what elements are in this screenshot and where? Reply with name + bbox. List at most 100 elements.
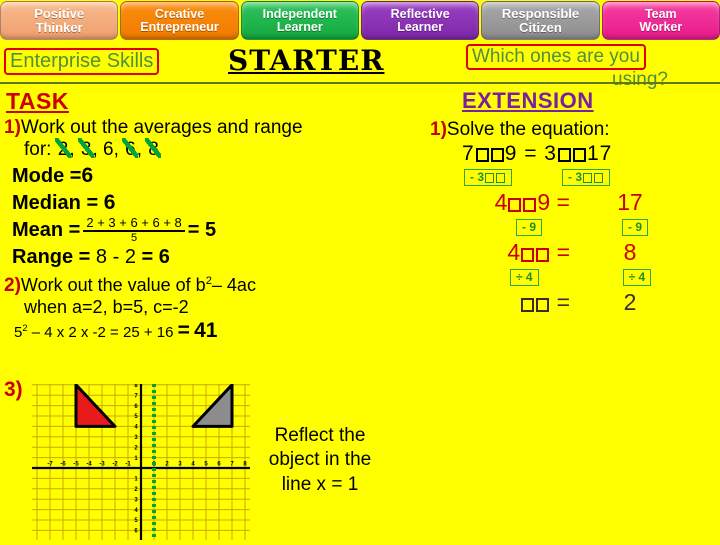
extension-step-2: 4 9 = 17 (420, 189, 720, 216)
skill-button-creative-entrepreneur[interactable]: Creative Entrepreneur (120, 1, 239, 40)
step-3-coefficient: 4 (507, 239, 521, 265)
op-box-left: ÷ 4 (510, 269, 539, 286)
extension-q1-number: 1) (430, 119, 447, 140)
reflect-line1: Reflect the (274, 425, 366, 446)
unknown-glyph-box (475, 148, 489, 162)
skill-label-line1: Team (644, 6, 677, 21)
which-ones-prompt: Which ones are you (466, 44, 646, 70)
skill-label-line2: Entrepreneur (140, 19, 219, 34)
step-3-left: 4 = (420, 239, 570, 266)
skill-button-independent-learner[interactable]: Independent Learner (240, 1, 359, 40)
task-question-2: 2)Work out the value of b2– 4ac (4, 275, 420, 297)
mean-denominator: 5 (131, 232, 138, 244)
extension-question-1: 1)Solve the equation: (430, 119, 720, 141)
median-label: Median = (12, 192, 99, 214)
q2-work-equals: = (177, 319, 190, 342)
reflect-instruction: Reflect the object in the line x = 1 (250, 424, 390, 497)
equation-part: 17 (586, 142, 613, 165)
extension-heading: EXTENSION (462, 88, 594, 113)
extension-equation: 7 9 = 3 17 (462, 142, 720, 166)
step-ops-row-3: ÷ 4 ÷ 4 (510, 269, 720, 286)
unknown-glyph-box (572, 148, 586, 162)
skill-label-line2: Worker (639, 19, 683, 34)
median-value: 6 (103, 191, 116, 214)
mean-equals: = (187, 218, 200, 241)
task-q2-working: 52 – 4 x 2 x -2 = 25 + 16 = 41 (14, 319, 420, 343)
skill-label-line2: Learner (276, 19, 323, 34)
unknown-glyph-box (521, 248, 535, 262)
op-box-left: - 3 (464, 169, 513, 186)
task-q2-number: 2) (4, 275, 21, 296)
task-q1-values-row: for: 2, 3, 6, 6, 8 (24, 138, 161, 160)
equation-part: 9 = 3 (504, 142, 557, 165)
range-row: Range = 8 - 2 = 6 (12, 246, 420, 269)
step-2-right: 17 (617, 189, 643, 215)
task-q1-for-label: for: (24, 139, 52, 160)
task-q1-value: 6 (122, 138, 138, 160)
unknown-glyph-box (490, 148, 504, 162)
q2-work-rest: – 4 x 2 x -2 = 25 + 16 (31, 324, 174, 341)
unknown-glyph-box (583, 172, 593, 183)
svg-text:-5: -5 (73, 462, 79, 468)
svg-text:-7: -7 (47, 462, 53, 468)
skill-label-line1: Responsible (501, 6, 580, 22)
task-q2-when: when a=2, b=5, c=-2 (24, 297, 189, 317)
task-q1-number: 1) (4, 117, 21, 138)
reflect-line3: line x = 1 (281, 473, 359, 495)
reflect-line2: object in the (268, 449, 372, 471)
task-q1-value: 8 (145, 138, 161, 160)
svg-text:-6: -6 (60, 462, 66, 468)
op-box-right: - 3 (562, 169, 611, 186)
unknown-glyph-box (508, 198, 522, 212)
op-box-left: - 9 (516, 219, 543, 236)
mode-label: Mode = (12, 165, 82, 187)
title-row: Enterprise Skills STARTER Which ones are… (0, 42, 720, 90)
coordinate-grid: -7-6-5-4-3-2-112345678 87654321123456 (32, 383, 250, 540)
mean-label: Mean = (12, 218, 81, 241)
op-box-right: - 9 (622, 219, 649, 236)
step-4-equals: = (556, 289, 570, 315)
range-value: 6 (158, 246, 170, 268)
equation-part: 7 (462, 142, 475, 165)
step-ops-row-1: - 3 - 3 (464, 169, 720, 186)
task-heading: TASK (6, 88, 69, 114)
step-2-const: 9 = (537, 189, 570, 215)
skill-label-line2: Citizen (519, 19, 562, 35)
skill-button-team-worker[interactable]: Team Worker (601, 1, 720, 40)
skill-label-line1: Positive (34, 6, 85, 22)
unknown-glyph-box (496, 172, 506, 183)
extension-q1-text: Solve the equation: (446, 119, 610, 140)
op-label: - 3 (470, 170, 485, 184)
unknown-glyph-box (557, 148, 571, 162)
skill-label-line2: Thinker (35, 19, 83, 35)
task-q1-text: Work out the averages and range (20, 117, 303, 138)
mean-row: Mean = 2 + 3 + 6 + 6 + 8 5 = 5 (12, 216, 420, 244)
task-question-1: 1)Work out the averages and range (4, 117, 420, 139)
task-q1-value: 3 (77, 138, 94, 160)
range-equals: = (141, 246, 154, 268)
mean-value: 5 (205, 218, 217, 241)
task-panel: TASK 1)Work out the averages and range f… (0, 86, 420, 401)
skill-label-line1: Creative (154, 6, 205, 21)
unknown-glyph-box (594, 172, 604, 183)
step-4-left: = (420, 289, 570, 316)
task-q1-value: 2 (54, 138, 71, 160)
step-3-equals: = (556, 239, 570, 265)
op-label: - 3 (568, 170, 583, 184)
extension-step-4: = 2 (420, 289, 720, 316)
mode-value: 6 (81, 164, 94, 187)
step-2-left: 4 9 = (420, 189, 570, 216)
step-ops-row-2: - 9 - 9 (516, 219, 720, 236)
skill-button-positive-thinker[interactable]: Positive Thinker (0, 1, 119, 40)
range-label: Range = (12, 246, 91, 268)
op-box-right: ÷ 4 (622, 269, 652, 286)
mean-numerator: 2 + 3 + 6 + 6 + 8 (86, 215, 182, 230)
task-q2-text-post: – 4ac (211, 275, 256, 295)
coordinate-grid-svg: -7-6-5-4-3-2-112345678 87654321123456 (32, 383, 250, 540)
skill-button-reflective-learner[interactable]: Reflective Learner (360, 1, 480, 40)
skill-button-responsible-citizen[interactable]: Responsible Citizen (481, 1, 600, 40)
step-4-right: 2 (623, 289, 637, 315)
enterprise-skills-label: Enterprise Skills (4, 48, 160, 75)
range-expression: 8 - 2 (95, 246, 136, 268)
unknown-glyph-box (485, 172, 495, 183)
